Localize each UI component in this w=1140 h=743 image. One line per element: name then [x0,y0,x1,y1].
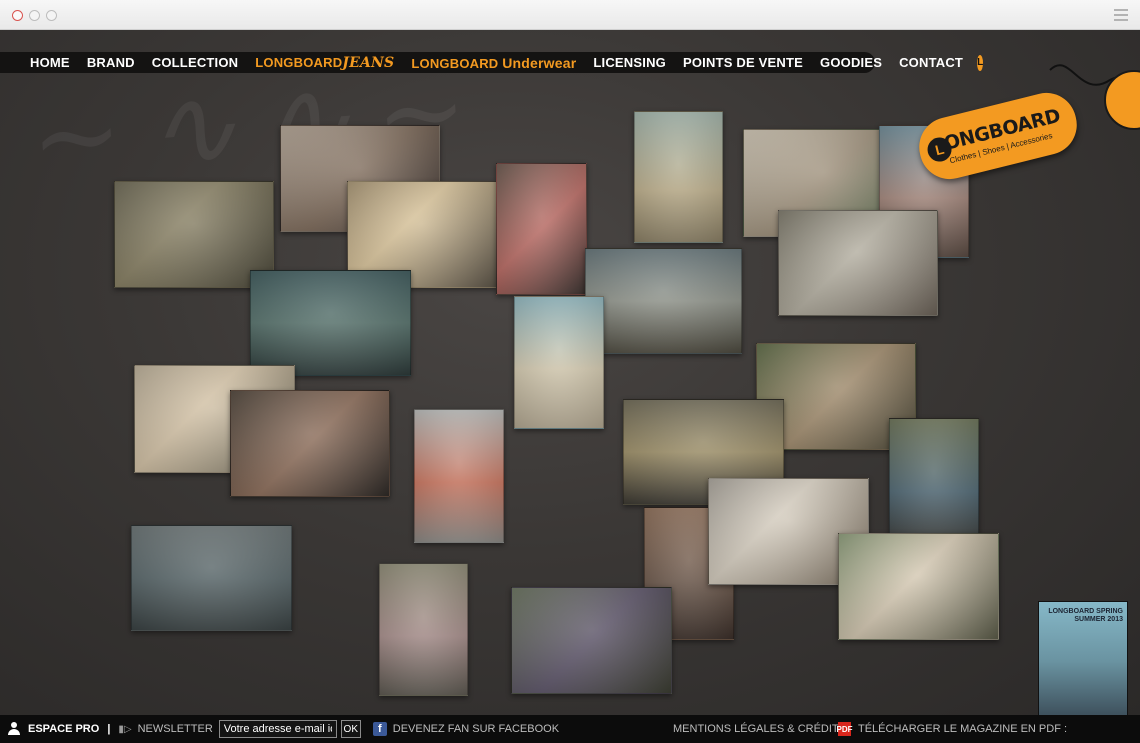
facebook-icon: f [372,722,387,736]
maximize-window-icon[interactable] [46,10,57,21]
minimize-window-icon[interactable] [29,10,40,21]
brand-tag[interactable]: L LONGBOARD Clothes | Shoes | Accessorie… [912,86,1084,186]
footer-bar: ESPACE PRO | ▮▷ NEWSLETTER OK f DEVENEZ … [0,715,1140,743]
nav-licensing[interactable]: LICENSING [593,55,666,70]
photo-couple-dancing[interactable] [230,390,390,497]
legal-link[interactable]: MENTIONS LÉGALES & CRÉDITS [673,723,846,735]
nav-longboard-underwear-label: Underwear [502,54,577,71]
photo-man-blue-tshirt[interactable] [889,418,979,552]
photo-wall: ~ ∿ ∿ ~ HOME BRAND COLLECTION LONGBOARDJ… [0,30,1140,715]
speaker-icon: ▮▷ [118,723,132,735]
menu-icon[interactable] [1114,9,1128,21]
pdf-icon[interactable]: PDF [837,722,853,736]
nav-longboard-jeans-label: JEANS [342,54,395,71]
longboard-logo-icon[interactable]: L [977,54,984,71]
newsletter-form: ▮▷ NEWSLETTER OK [118,720,361,738]
photo-man-tshirt-red[interactable] [496,163,587,295]
close-window-icon[interactable] [12,10,23,21]
photo-kids-bench[interactable] [778,210,938,316]
magazine-title: LONGBOARD SPRING SUMMER 2013 [1048,608,1123,623]
footer-separator: | [107,723,111,735]
nav-contact[interactable]: CONTACT [899,55,963,70]
magazine-cover[interactable]: LONGBOARD SPRING SUMMER 2013 [1038,601,1128,715]
newsletter-email-input[interactable] [218,720,337,738]
photo-man-orange-shirt[interactable] [414,409,504,543]
facebook-label: DEVENEZ FAN SUR FACEBOOK [392,723,560,735]
nav-longboard-underwear[interactable]: LONGBOARD Underwear [411,55,576,71]
photo-couple-beach[interactable] [634,111,723,243]
nav-points-de-vente[interactable]: POINTS DE VENTE [683,55,803,70]
browser-chrome [0,0,1140,30]
photo-man-purple[interactable] [511,587,672,694]
main-nav: HOME BRAND COLLECTION LONGBOARDJEANS LON… [0,52,984,73]
photo-boy-running[interactable] [250,270,411,376]
espace-pro-link[interactable]: ESPACE PRO [0,722,99,736]
nav-brand[interactable]: BRAND [87,55,135,70]
newsletter-submit-button[interactable]: OK [340,720,361,738]
nav-goodies[interactable]: GOODIES [820,55,882,70]
photo-kid-stripes[interactable] [379,563,468,696]
photo-family-shore[interactable] [131,525,292,631]
download-magazine-link[interactable]: TÉLÉCHARGER LE MAGAZINE EN PDF : [858,723,1067,735]
facebook-link[interactable]: f DEVENEZ FAN SUR FACEBOOK [361,722,559,736]
photo-father-son[interactable] [585,248,742,354]
newsletter-label: NEWSLETTER [137,723,213,735]
nav-collection[interactable]: COLLECTION [152,55,239,70]
nav-longboard-jeans[interactable]: LONGBOARDJEANS [255,55,394,71]
nav-home[interactable]: HOME [30,55,70,70]
photo-group-trees[interactable] [838,533,999,640]
user-icon [8,722,20,736]
espace-pro-label: ESPACE PRO [28,723,100,735]
photo-girls-walking[interactable] [514,296,604,429]
nav-longboard-underwear-brand: LONGBOARD [411,55,499,71]
nav-longboard-jeans-brand: LONGBOARD [255,54,343,70]
